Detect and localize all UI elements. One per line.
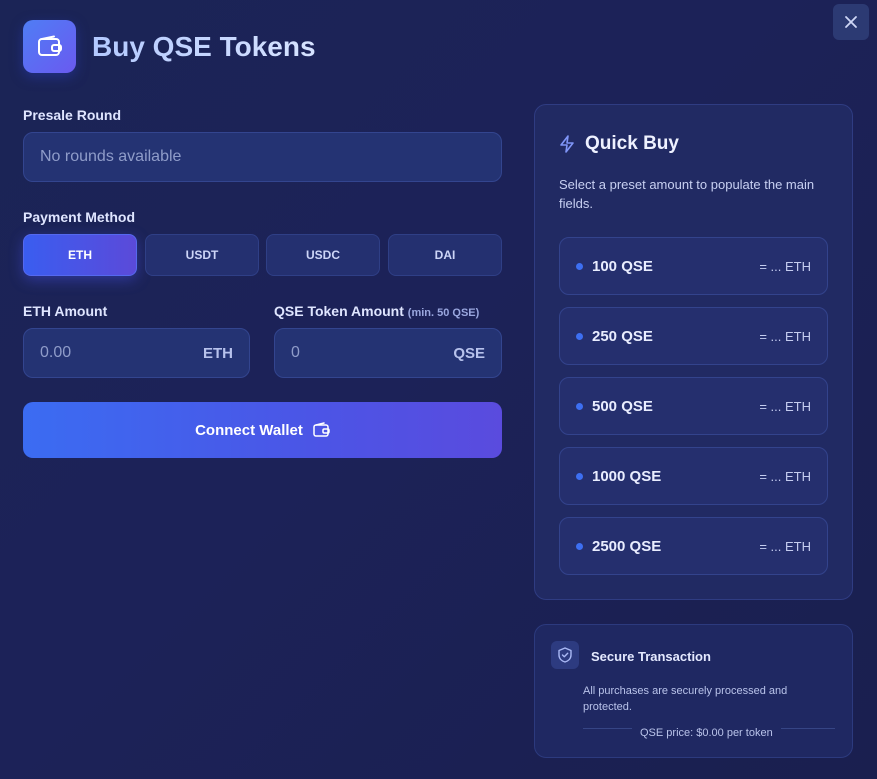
payment-method-label: Payment Method (23, 209, 136, 225)
eth-amount-placeholder: 0.00 (40, 344, 72, 361)
preset-amount: 250 QSE (592, 327, 653, 345)
preset-amount: 2500 QSE (592, 537, 662, 555)
quick-buy-description: Select a preset amount to populate the m… (559, 177, 815, 211)
preset-equivalent: = ... ETH (759, 258, 811, 274)
presale-round-select[interactable]: No rounds available (23, 132, 502, 182)
connect-wallet-label: Connect Wallet (195, 421, 303, 439)
payment-usdt-button[interactable]: USDT (145, 234, 259, 276)
preset-equivalent: = ... ETH (759, 468, 811, 484)
quick-buy-panel: Quick Buy Select a preset amount to popu… (534, 104, 853, 600)
eth-amount-suffix: ETH (203, 344, 233, 362)
shield-icon (551, 641, 579, 669)
qse-amount-hint: (min. 50 QSE) (407, 307, 480, 319)
bullet-icon (576, 542, 583, 550)
payment-dai-button[interactable]: DAI (388, 234, 502, 276)
close-button[interactable] (833, 4, 869, 40)
qse-amount-suffix: QSE (453, 344, 485, 362)
payment-usdc-button[interactable]: USDC (266, 234, 380, 276)
secure-transaction-description: All purchases are securely processed and… (583, 685, 788, 713)
secure-transaction-title: Secure Transaction (591, 649, 711, 664)
wallet-icon (313, 422, 330, 437)
wallet-icon (23, 20, 76, 73)
secure-transaction-panel: Secure Transaction All purchases are sec… (534, 624, 853, 758)
lightning-icon (560, 135, 574, 153)
preset-amount: 500 QSE (592, 397, 653, 415)
preset-amount: 100 QSE (592, 257, 653, 275)
header: Buy QSE Tokens (23, 20, 316, 73)
eth-amount-label: ETH Amount (23, 303, 108, 319)
payment-eth-button[interactable]: ETH (23, 234, 137, 276)
bullet-icon (576, 402, 583, 410)
quick-buy-header: Quick Buy (559, 133, 679, 155)
preset-1000-button[interactable]: 1000 QSE = ... ETH (559, 447, 828, 505)
bullet-icon (576, 332, 583, 340)
qse-amount-placeholder: 0 (291, 344, 300, 361)
preset-2500-button[interactable]: 2500 QSE = ... ETH (559, 517, 828, 575)
presale-round-value: No rounds available (40, 148, 182, 165)
bullet-icon (576, 262, 583, 270)
bullet-icon (576, 472, 583, 480)
token-price: QSE price: $0.00 per token (632, 727, 781, 739)
preset-equivalent: = ... ETH (759, 328, 811, 344)
preset-equivalent: = ... ETH (759, 538, 811, 554)
qse-amount-input[interactable]: 0 QSE (274, 328, 502, 378)
close-icon (845, 16, 857, 28)
preset-amount: 1000 QSE (592, 467, 662, 485)
page-title: Buy QSE Tokens (92, 30, 316, 62)
preset-250-button[interactable]: 250 QSE = ... ETH (559, 307, 828, 365)
preset-100-button[interactable]: 100 QSE = ... ETH (559, 237, 828, 295)
connect-wallet-button[interactable]: Connect Wallet (23, 402, 502, 458)
qse-amount-label-text: QSE Token Amount (274, 303, 404, 319)
preset-500-button[interactable]: 500 QSE = ... ETH (559, 377, 828, 435)
qse-amount-label: QSE Token Amount (min. 50 QSE) (274, 303, 479, 319)
quick-buy-title: Quick Buy (585, 133, 679, 154)
preset-equivalent: = ... ETH (759, 398, 811, 414)
eth-amount-input[interactable]: 0.00 ETH (23, 328, 250, 378)
presale-label: Presale Round (23, 107, 122, 123)
